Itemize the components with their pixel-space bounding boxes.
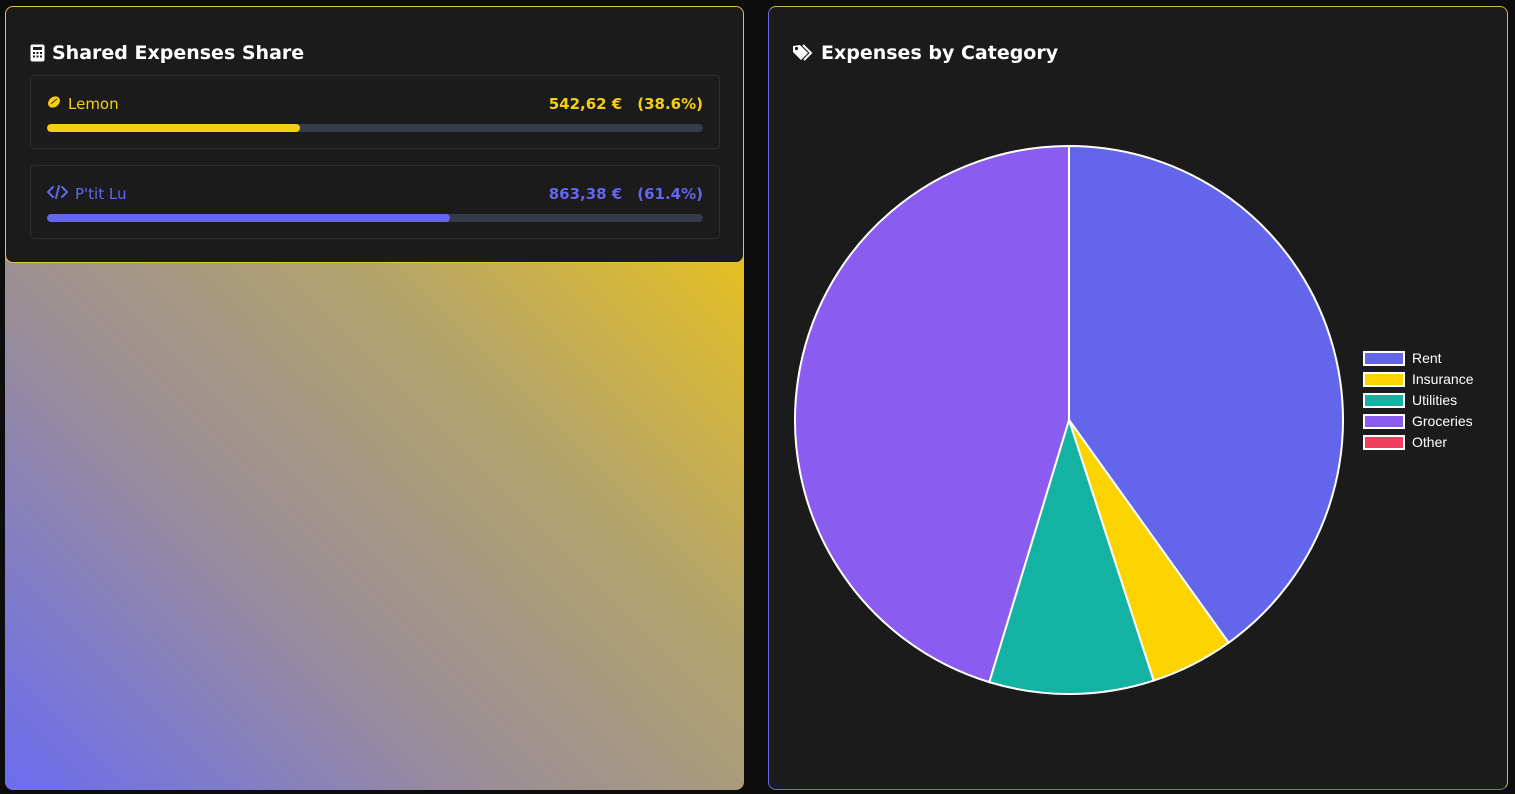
share-progress-track: [47, 124, 703, 132]
person-percent: (38.6%): [637, 95, 703, 113]
legend-label: Groceries: [1412, 413, 1473, 429]
legend-swatch: [1363, 413, 1405, 429]
category-card-title: Expenses by Category: [792, 39, 1058, 67]
tags-icon: [792, 44, 814, 62]
person-percent: (61.4%): [637, 185, 703, 203]
chart-legend[interactable]: Rent Insurance Utilities Groceries Other: [1363, 341, 1473, 459]
share-progress-fill-ptit-lu: [47, 214, 450, 222]
legend-swatch: [1363, 392, 1405, 408]
legend-label: Utilities: [1412, 392, 1458, 408]
person-name: Lemon: [68, 95, 119, 113]
code-icon: [47, 185, 68, 203]
share-progress-fill-lemon: [47, 124, 301, 132]
shared-expenses-title: Shared Expenses Share: [30, 39, 304, 67]
calculator-icon: [30, 44, 45, 62]
category-pie-chart[interactable]: [793, 144, 1345, 696]
card-title-text: Shared Expenses Share: [52, 42, 305, 64]
share-progress-track: [47, 214, 703, 222]
legend-label: Other: [1412, 434, 1448, 450]
legend-swatch: [1363, 350, 1405, 366]
legend-item-other[interactable]: Other: [1363, 425, 1473, 459]
gradient-background: [5, 255, 744, 790]
person-row-ptit-lu: P'tit Lu 863,38 € (61.4%): [30, 165, 720, 239]
person-amount: 542,62 €: [548, 95, 623, 113]
lemon-icon: [47, 95, 61, 113]
person-name: P'tit Lu: [75, 185, 127, 203]
person-amount: 863,38 €: [548, 185, 623, 203]
legend-label: Rent: [1412, 350, 1442, 366]
legend-label: Insurance: [1412, 371, 1474, 387]
person-row-lemon: Lemon 542,62 € (38.6%): [30, 75, 720, 149]
legend-swatch: [1363, 371, 1405, 387]
legend-swatch: [1363, 434, 1405, 450]
card-title-text: Expenses by Category: [821, 42, 1059, 64]
shared-expenses-card: Shared Expenses Share Lemon 542,62 € (38…: [5, 6, 744, 263]
